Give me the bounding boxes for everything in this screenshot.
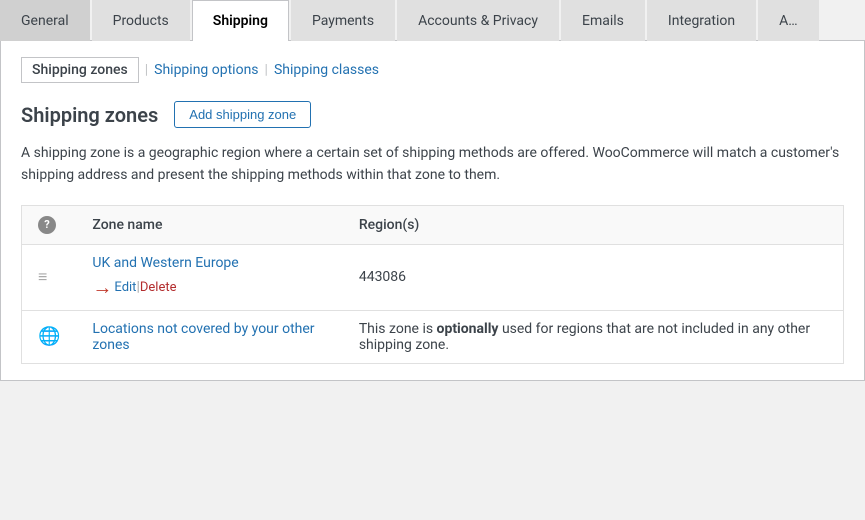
row-actions: → Edit | Delete: [92, 275, 326, 300]
tab-general[interactable]: General: [0, 0, 90, 41]
zone-region-cell: 443086: [343, 244, 844, 310]
page-description: A shipping zone is a geographic region w…: [21, 142, 844, 187]
subnav-shipping-options[interactable]: Shipping options: [154, 62, 258, 78]
page-heading-row: Shipping zones Add shipping zone: [21, 101, 844, 128]
tab-emails[interactable]: Emails: [561, 0, 645, 41]
tab-payments[interactable]: Payments: [291, 0, 395, 41]
tab-accounts-privacy[interactable]: Accounts & Privacy: [397, 0, 559, 41]
tabs-bar: General Products Shipping Payments Accou…: [0, 0, 865, 41]
tab-products[interactable]: Products: [92, 0, 190, 41]
edit-link[interactable]: Edit: [114, 280, 136, 295]
table-row: ≡ UK and Western Europe → Edit | Delete …: [22, 244, 844, 310]
tab-advanced[interactable]: A…: [758, 0, 819, 41]
drag-icon[interactable]: ≡: [38, 267, 47, 286]
arrow-indicator: →: [92, 275, 112, 300]
table-header-row: ? Zone name Region(s): [22, 205, 844, 244]
add-shipping-zone-button[interactable]: Add shipping zone: [174, 101, 311, 128]
zone-name-link-2[interactable]: Locations not covered by your other zone…: [92, 321, 314, 353]
page-title: Shipping zones: [21, 103, 158, 127]
help-icon[interactable]: ?: [38, 216, 56, 234]
globe-icon: 🌐: [38, 326, 60, 347]
tab-integration[interactable]: Integration: [647, 0, 756, 41]
sep-2: |: [265, 62, 268, 78]
zone-name-cell: UK and Western Europe → Edit | Delete: [76, 244, 342, 310]
main-content: Shipping zones | Shipping options | Ship…: [0, 41, 865, 381]
table-row: 🌐 Locations not covered by your other zo…: [22, 310, 844, 363]
subnav-shipping-classes[interactable]: Shipping classes: [274, 62, 379, 78]
tab-shipping[interactable]: Shipping: [192, 0, 289, 41]
zone-row-content: UK and Western Europe → Edit | Delete: [92, 255, 326, 300]
delete-link[interactable]: Delete: [140, 280, 177, 295]
zone-name-cell-2: Locations not covered by your other zone…: [76, 310, 342, 363]
sub-nav: Shipping zones | Shipping options | Ship…: [21, 57, 844, 83]
sep-1: |: [145, 62, 148, 78]
region-bold-text: optionally: [437, 321, 499, 337]
subnav-shipping-zones[interactable]: Shipping zones: [21, 57, 139, 83]
col-zone-name: Zone name: [76, 205, 342, 244]
col-help: ?: [22, 205, 77, 244]
col-regions: Region(s): [343, 205, 844, 244]
region-text-before: This zone is: [359, 321, 437, 337]
globe-cell: 🌐: [22, 310, 77, 363]
shipping-zones-table: ? Zone name Region(s) ≡ UK and Western E…: [21, 205, 844, 364]
zone-region-cell-2: This zone is optionally used for regions…: [343, 310, 844, 363]
zone-name-link[interactable]: UK and Western Europe: [92, 255, 326, 271]
drag-handle-cell: ≡: [22, 244, 77, 310]
